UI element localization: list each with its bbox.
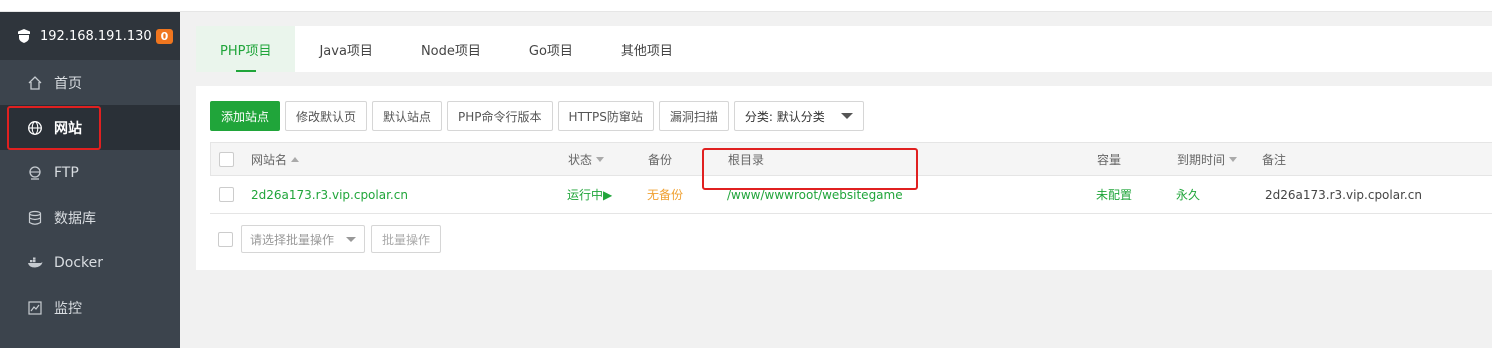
sort-asc-icon [291, 156, 300, 162]
select-all-checkbox[interactable] [219, 151, 234, 167]
capacity-link[interactable]: 未配置 [1096, 176, 1132, 213]
expiry-link[interactable]: 永久 [1176, 176, 1200, 213]
site-name-link[interactable]: 2d26a173.r3.vip.cpolar.cn [251, 176, 408, 213]
globe-icon [26, 119, 44, 137]
batch-operation-button[interactable]: 批量操作 [371, 225, 442, 253]
add-site-button[interactable]: 添加站点 [210, 101, 281, 131]
backup-link[interactable]: 无备份 [647, 176, 683, 213]
sidebar-item-label: 数据库 [54, 210, 96, 227]
chevron-down-icon [346, 236, 356, 242]
root-dir-highlight-box [702, 148, 918, 190]
vuln-scan-button[interactable]: 漏洞扫描 [658, 101, 729, 131]
header-site-name[interactable]: 网站名 [251, 143, 300, 175]
status-toggle[interactable]: 运行中▶ [567, 176, 612, 213]
monitor-icon [26, 299, 44, 317]
tab-go-project[interactable]: Go项目 [505, 26, 597, 72]
sidebar-item-label: 网站 [54, 120, 82, 137]
header-capacity: 容量 [1097, 152, 1122, 167]
server-ip: 192.168.191.130 [40, 28, 152, 44]
header-status-label: 状态 [568, 152, 593, 167]
chevron-down-icon [840, 113, 853, 119]
sidebar-item-home[interactable]: 首页 [0, 60, 180, 105]
header-backup: 备份 [648, 152, 673, 167]
sort-desc-icon [1229, 156, 1238, 162]
sidebar-item-docker[interactable]: Docker [0, 240, 180, 285]
php-cli-version-button[interactable]: PHP命令行版本 [447, 101, 553, 131]
header-site-name-label: 网站名 [251, 152, 288, 167]
shield-logo-icon [16, 28, 32, 44]
sidebar-item-monitor[interactable]: 监控 [0, 285, 180, 330]
tab-node-project[interactable]: Node项目 [397, 26, 505, 72]
sidebar: 192.168.191.130 0 首页 网站 FTP 数据库 Docker 监… [0, 12, 180, 348]
sidebar-item-label: FTP [54, 164, 79, 181]
sidebar-item-label: Docker [54, 254, 104, 271]
remark-field[interactable]: 2d26a173.r3.vip.cpolar.cn [1265, 176, 1422, 213]
header-expiry-label: 到期时间 [1177, 152, 1226, 167]
project-tabs: PHP项目 Java项目 Node项目 Go项目 其他项目 [196, 26, 1492, 72]
docker-icon [26, 254, 44, 272]
sidebar-item-ftp[interactable]: FTP [0, 150, 180, 195]
site-list-panel: 添加站点 修改默认页 默认站点 PHP命令行版本 HTTPS防窜站 漏洞扫描 分… [196, 86, 1492, 270]
row-checkbox[interactable] [219, 187, 234, 202]
header-expiry[interactable]: 到期时间 [1177, 143, 1238, 175]
sidebar-item-database[interactable]: 数据库 [0, 195, 180, 240]
batch-select-checkbox[interactable] [218, 231, 233, 247]
https-guard-button[interactable]: HTTPS防窜站 [557, 101, 654, 131]
home-icon [26, 74, 44, 92]
notification-badge[interactable]: 0 [155, 28, 174, 44]
site-toolbar: 添加站点 修改默认页 默认站点 PHP命令行版本 HTTPS防窜站 漏洞扫描 分… [210, 101, 864, 131]
category-select[interactable]: 分类: 默认分类 [733, 101, 864, 131]
database-icon [26, 209, 44, 227]
batch-operation-select[interactable]: 请选择批量操作 [241, 225, 365, 253]
batch-operations: 请选择批量操作 批量操作 [218, 225, 442, 253]
tab-other-project[interactable]: 其他项目 [597, 26, 697, 72]
browser-top-strip [0, 0, 1492, 12]
tab-java-project[interactable]: Java项目 [295, 26, 396, 72]
category-select-value: 分类: 默认分类 [744, 109, 825, 124]
sidebar-item-label: 监控 [54, 300, 82, 317]
header-status[interactable]: 状态 [568, 143, 605, 175]
sort-desc-icon [596, 156, 605, 162]
tab-php-project[interactable]: PHP项目 [196, 26, 296, 72]
site-table: 网站名 状态 备份 根目录 容量 到期时间 备注 2d26a173.r3.vip… [210, 142, 1492, 214]
sidebar-item-label: 首页 [54, 75, 82, 92]
sidebar-item-website[interactable]: 网站 [0, 105, 180, 150]
batch-select-placeholder: 请选择批量操作 [250, 232, 335, 247]
header-remark: 备注 [1262, 152, 1287, 167]
server-host-header[interactable]: 192.168.191.130 0 [0, 12, 180, 60]
modify-default-page-button[interactable]: 修改默认页 [285, 101, 368, 131]
ftp-icon [26, 164, 44, 182]
default-site-button[interactable]: 默认站点 [372, 101, 443, 131]
